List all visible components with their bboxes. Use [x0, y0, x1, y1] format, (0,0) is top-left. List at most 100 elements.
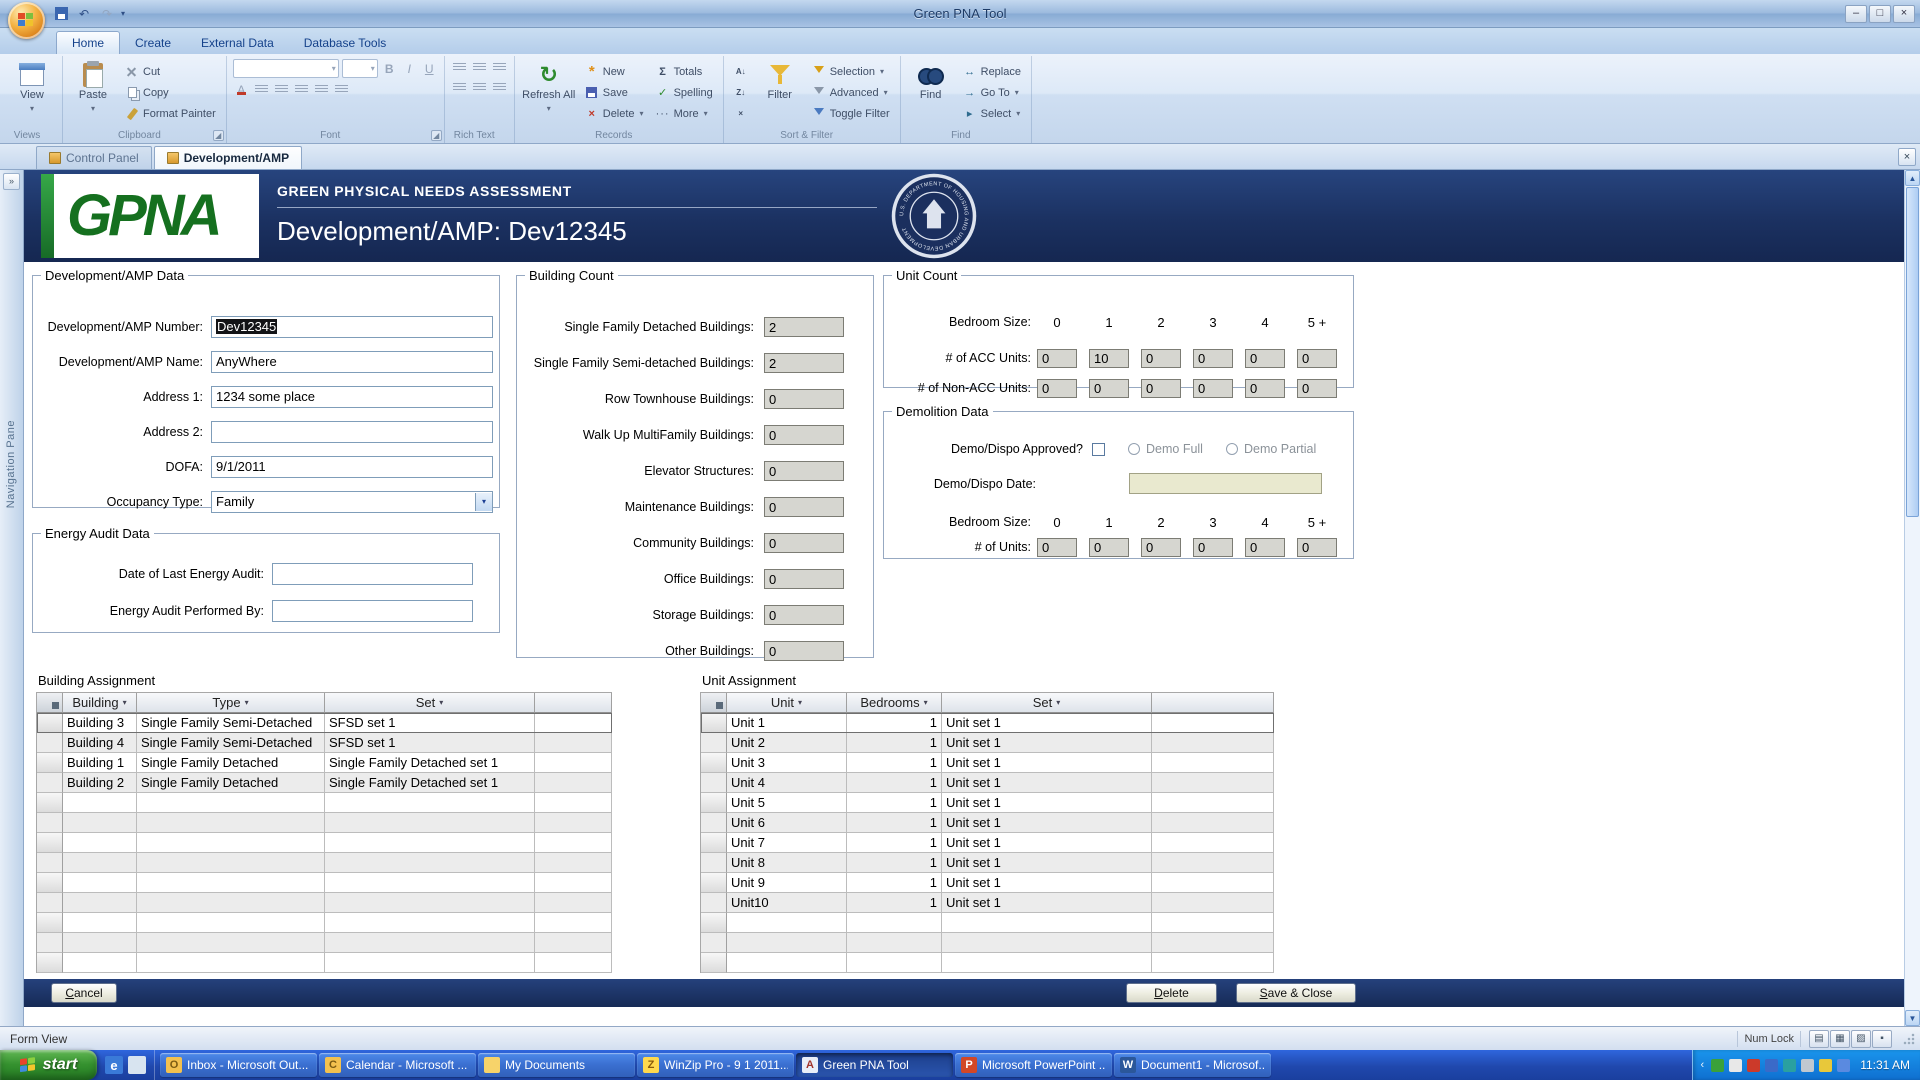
- cell-building[interactable]: Building 3: [63, 713, 137, 733]
- find-button[interactable]: Find: [907, 59, 955, 123]
- table-row[interactable]: Unit 21Unit set 1: [701, 733, 1274, 753]
- gridlines-button[interactable]: [313, 81, 330, 98]
- hidden-icons-chevron[interactable]: ‹: [1701, 1059, 1705, 1071]
- delete-button[interactable]: Delete: [1126, 983, 1217, 1003]
- document-tab-development-amp[interactable]: Development/AMP: [154, 146, 302, 169]
- advanced-button[interactable]: Advanced▾: [808, 83, 894, 102]
- cell-bedrooms[interactable]: 1: [847, 853, 942, 873]
- table-row-empty[interactable]: [37, 913, 612, 933]
- column-header-set[interactable]: Set▾: [325, 693, 535, 713]
- cell-extra[interactable]: [1152, 933, 1274, 953]
- cell-set[interactable]: [325, 913, 535, 933]
- tray-icon[interactable]: [1765, 1059, 1778, 1072]
- font-size-combobox[interactable]: ▾: [342, 59, 378, 78]
- column-header-type[interactable]: Type▾: [137, 693, 325, 713]
- row-selector[interactable]: [37, 793, 63, 813]
- close-object-button[interactable]: ×: [1898, 148, 1916, 166]
- cell-set[interactable]: [942, 933, 1152, 953]
- cell-extra[interactable]: [535, 833, 612, 853]
- cell-bedrooms[interactable]: 1: [847, 773, 942, 793]
- cell-set[interactable]: Single Family Detached set 1: [325, 753, 535, 773]
- scrollbar-thumb[interactable]: [1906, 187, 1919, 517]
- bullets-button[interactable]: [451, 59, 468, 76]
- cell-extra[interactable]: [1152, 833, 1274, 853]
- table-row[interactable]: Unit 51Unit set 1: [701, 793, 1274, 813]
- cell-building[interactable]: [63, 813, 137, 833]
- table-row[interactable]: Building 3Single Family Semi-DetachedSFS…: [37, 713, 612, 733]
- cell-extra[interactable]: [1152, 773, 1274, 793]
- cell-type[interactable]: [137, 833, 325, 853]
- align-center-button[interactable]: [273, 81, 290, 98]
- table-row[interactable]: Unit 11Unit set 1: [701, 713, 1274, 733]
- cell-extra[interactable]: [535, 793, 612, 813]
- design-view-button[interactable]: ▪: [1872, 1030, 1892, 1048]
- table-row-empty[interactable]: [37, 793, 612, 813]
- cell-type[interactable]: [137, 873, 325, 893]
- table-row[interactable]: Unit 41Unit set 1: [701, 773, 1274, 793]
- cell-extra[interactable]: [1152, 813, 1274, 833]
- cell-extra[interactable]: [535, 953, 612, 973]
- cell-bedrooms[interactable]: 1: [847, 813, 942, 833]
- cell-set[interactable]: Unit set 1: [942, 813, 1152, 833]
- underline-button[interactable]: U: [421, 60, 438, 77]
- cell-set[interactable]: [325, 793, 535, 813]
- replace-button[interactable]: ↔Replace: [959, 62, 1025, 81]
- cancel-button[interactable]: Cancel: [51, 983, 117, 1003]
- cell-bedrooms[interactable]: 1: [847, 733, 942, 753]
- fill-color-button[interactable]: [333, 81, 350, 98]
- occupancy-type-combobox[interactable]: Family▾: [211, 491, 493, 513]
- cell-building[interactable]: Building 2: [63, 773, 137, 793]
- clipboard-dialog-launcher[interactable]: ◢: [213, 130, 224, 141]
- cell-type[interactable]: [137, 953, 325, 973]
- align-left-button[interactable]: [253, 81, 270, 98]
- cell-building[interactable]: [63, 913, 137, 933]
- cell-type[interactable]: [137, 793, 325, 813]
- address-2-input[interactable]: [211, 421, 493, 443]
- cell-unit[interactable]: Unit 8: [727, 853, 847, 873]
- cell-set[interactable]: [325, 813, 535, 833]
- view-button[interactable]: View ▾: [8, 59, 56, 123]
- numbering-button[interactable]: [471, 59, 488, 76]
- decrease-indent-button[interactable]: [491, 59, 508, 76]
- table-row-empty[interactable]: [37, 873, 612, 893]
- start-button[interactable]: start: [0, 1050, 97, 1080]
- table-row[interactable]: Unit 31Unit set 1: [701, 753, 1274, 773]
- table-row-empty[interactable]: [37, 833, 612, 853]
- development-amp-number-input[interactable]: Dev12345: [211, 316, 493, 338]
- ribbon-tab-database-tools[interactable]: Database Tools: [289, 32, 402, 54]
- column-header-bedrooms[interactable]: Bedrooms▾: [847, 693, 942, 713]
- row-selector[interactable]: [37, 913, 63, 933]
- cell-extra[interactable]: [1152, 793, 1274, 813]
- italic-button[interactable]: I: [401, 60, 418, 77]
- row-selector-header[interactable]: [701, 693, 727, 713]
- cell-extra[interactable]: [535, 873, 612, 893]
- ribbon-tab-external-data[interactable]: External Data: [186, 32, 289, 54]
- table-row-empty[interactable]: [701, 953, 1274, 973]
- cell-extra[interactable]: [535, 913, 612, 933]
- go-to-button[interactable]: →Go To▾: [959, 83, 1025, 102]
- bold-button[interactable]: B: [381, 60, 398, 77]
- tray-icon[interactable]: [1801, 1059, 1814, 1072]
- row-selector[interactable]: [701, 893, 727, 913]
- cell-set[interactable]: [325, 953, 535, 973]
- taskbar-button-document1-microsof[interactable]: WDocument1 - Microsof...: [1114, 1053, 1271, 1077]
- cell-bedrooms[interactable]: 1: [847, 713, 942, 733]
- row-selector[interactable]: [701, 793, 727, 813]
- cell-bedrooms[interactable]: [847, 953, 942, 973]
- cell-bedrooms[interactable]: 1: [847, 873, 942, 893]
- cell-set[interactable]: Unit set 1: [942, 793, 1152, 813]
- row-selector[interactable]: [37, 813, 63, 833]
- totals-button[interactable]: ΣTotals: [652, 62, 717, 81]
- format-painter-button[interactable]: Format Painter: [121, 104, 220, 123]
- cell-bedrooms[interactable]: [847, 913, 942, 933]
- cell-building[interactable]: [63, 933, 137, 953]
- cell-building[interactable]: Building 4: [63, 733, 137, 753]
- cell-unit[interactable]: [727, 933, 847, 953]
- cut-button[interactable]: Cut: [121, 62, 220, 81]
- demo-full-radio[interactable]: [1128, 443, 1140, 455]
- row-selector[interactable]: [701, 833, 727, 853]
- row-selector[interactable]: [37, 853, 63, 873]
- cell-set[interactable]: Single Family Detached set 1: [325, 773, 535, 793]
- cell-set[interactable]: [325, 933, 535, 953]
- taskbar-button-my-documents[interactable]: My Documents: [478, 1053, 635, 1077]
